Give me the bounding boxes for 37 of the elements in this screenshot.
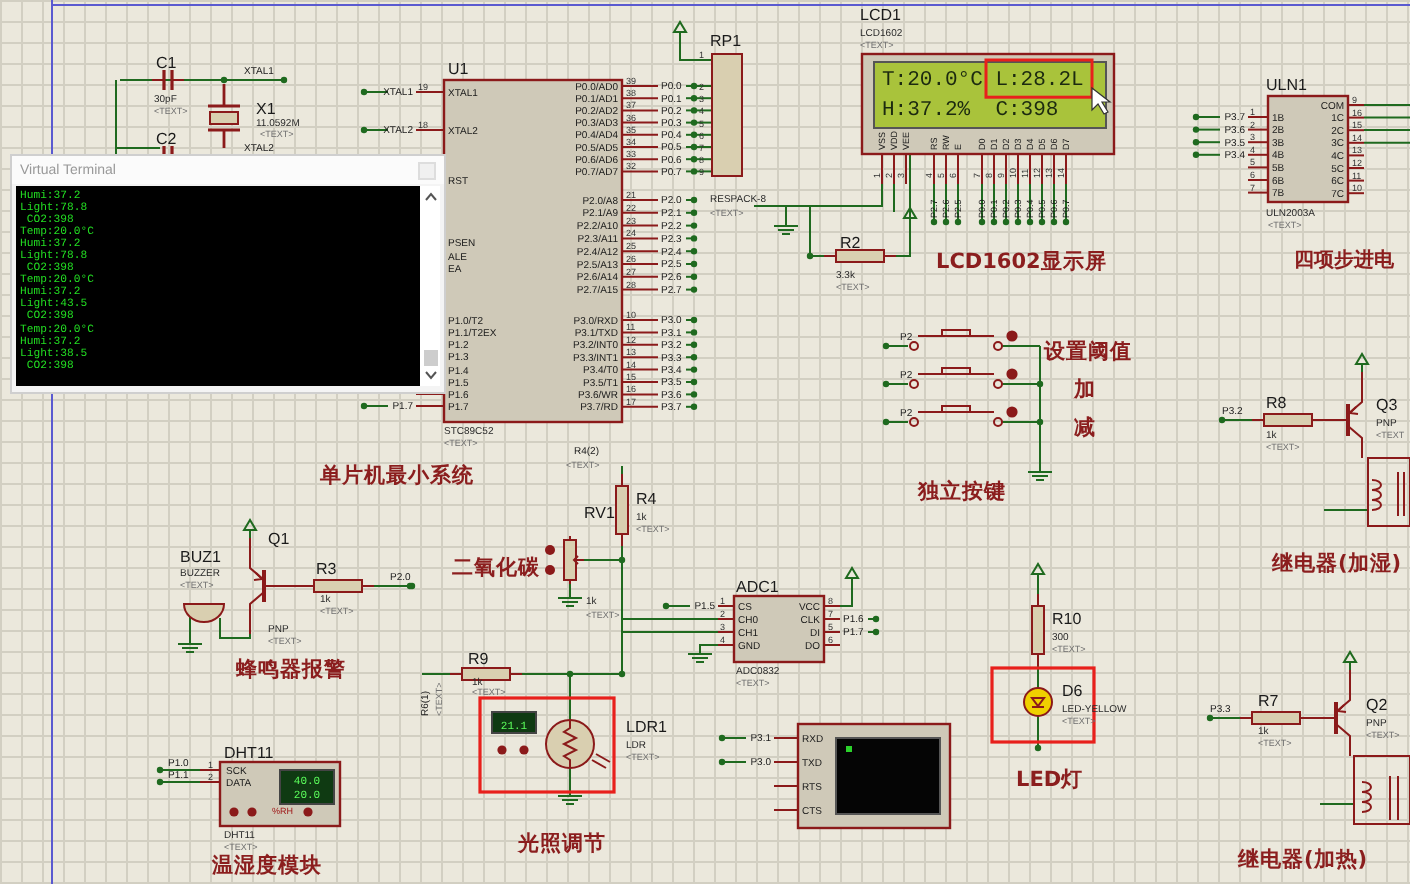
component-label: Q1 (268, 530, 290, 548)
section-title: 加 (1074, 378, 1096, 402)
component-label: LDR1 (626, 718, 667, 736)
section-title: 蜂鸣器报警 (236, 658, 346, 682)
component-label: ADC1 (736, 578, 779, 596)
component-label: C1 (156, 54, 177, 72)
section-title: 二氧化碳 (452, 556, 540, 580)
component-label: R4 (636, 490, 657, 508)
section-title: 继电器(加热) (1238, 848, 1368, 872)
component-label: RV1 (584, 504, 615, 522)
section-title: 继电器(加湿) (1272, 552, 1402, 576)
component-label: RP1 (710, 32, 742, 50)
section-title: 单片机最小系统 (320, 464, 474, 488)
component-label: D6 (1062, 682, 1083, 700)
component-label: LCD1 (860, 6, 901, 24)
component-label: X1 (256, 100, 276, 118)
section-title: LCD1602显示屏 (936, 250, 1107, 274)
component-label: R3 (316, 560, 337, 578)
component-label: C2 (156, 130, 177, 148)
component-label: BUZ1 (180, 548, 221, 566)
component-label: DHT11 (224, 744, 274, 762)
component-label: R9 (468, 650, 489, 668)
section-title: LED灯 (1016, 768, 1084, 792)
component-label: R7 (1258, 692, 1279, 710)
component-label: U1 (448, 60, 469, 78)
component-label: Q2 (1366, 696, 1388, 714)
component-label: Q3 (1376, 396, 1398, 414)
component-label: R2 (840, 234, 861, 252)
section-title: 独立按键 (918, 480, 1006, 504)
component-label: R10 (1052, 610, 1082, 628)
section-title: 四项步进电 (1294, 250, 1394, 272)
section-title: 设置阈值 (1044, 340, 1132, 364)
section-title: 减 (1074, 416, 1096, 440)
section-title: 温湿度模块 (212, 854, 322, 878)
component-label: R8 (1266, 394, 1287, 412)
component-label: ULN1 (1266, 76, 1307, 94)
section-title: 光照调节 (518, 832, 606, 856)
